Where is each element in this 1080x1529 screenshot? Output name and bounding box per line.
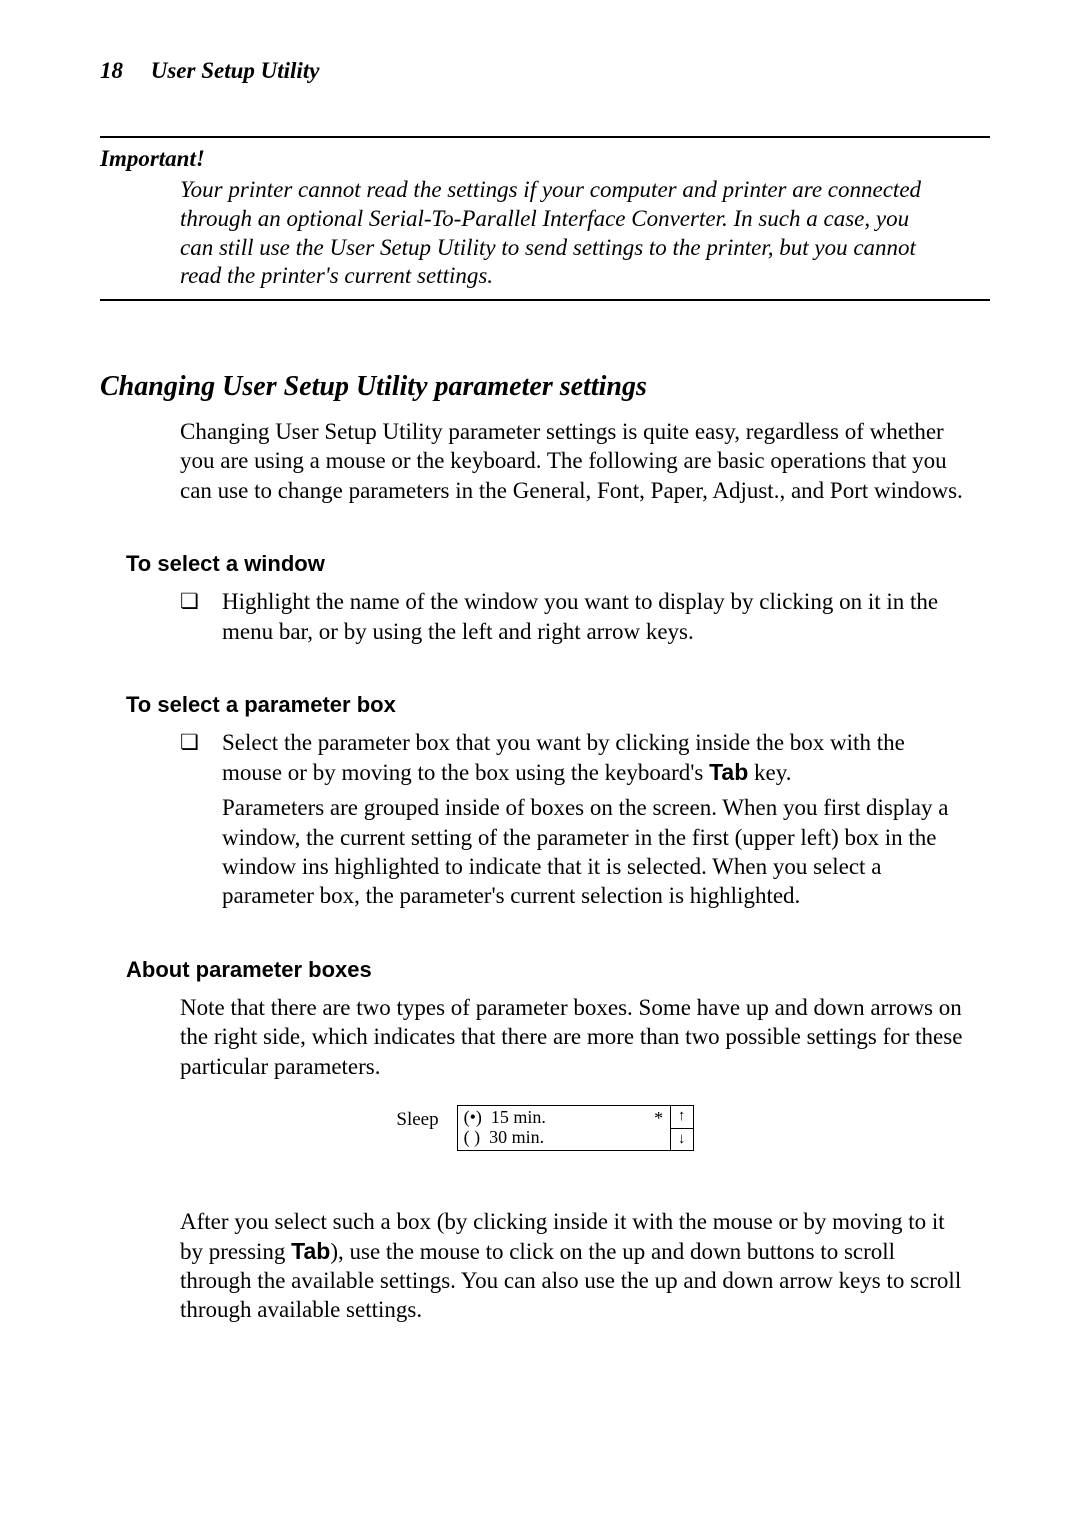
parameter-option-1[interactable]: (•) 15 min.: [464, 1108, 642, 1128]
important-label: Important!: [100, 146, 990, 172]
important-text: Your printer cannot read the settings if…: [180, 176, 990, 291]
select-window-list: Highlight the name of the window you wan…: [180, 587, 970, 646]
important-block: Important! Your printer cannot read the …: [100, 146, 990, 291]
parameter-box[interactable]: (•) 15 min. ( ) 30 min. * ↑ ↓: [457, 1105, 694, 1151]
radio-unselected-icon: ( ): [464, 1127, 481, 1147]
section-title: Changing User Setup Utility parameter se…: [100, 371, 990, 403]
parameter-arrows: ↑ ↓: [670, 1106, 693, 1150]
subhead-select-window: To select a window: [126, 551, 990, 577]
list-item: Select the parameter box that you want b…: [180, 728, 970, 911]
subhead-select-parameter: To select a parameter box: [126, 692, 990, 718]
text: Parameters are grouped inside of boxes o…: [222, 795, 948, 908]
parameter-figure: Sleep (•) 15 min. ( ) 30 min. * ↑ ↓: [100, 1105, 990, 1151]
divider: [100, 136, 990, 138]
page-number: 18: [100, 58, 123, 83]
radio-selected-icon: (•): [464, 1107, 482, 1127]
option-text: 15 min.: [491, 1107, 546, 1127]
option-text: 30 min.: [489, 1127, 544, 1147]
text: key.: [748, 760, 791, 785]
section-intro: Changing User Setup Utility parameter se…: [180, 417, 970, 505]
page-title: User Setup Utility: [151, 58, 320, 83]
parameter-options[interactable]: (•) 15 min. ( ) 30 min.: [458, 1106, 648, 1150]
tab-key: Tab: [709, 759, 748, 785]
page: 18 User Setup Utility Important! Your pr…: [0, 0, 1080, 1529]
parameter-option-2[interactable]: ( ) 30 min.: [464, 1128, 642, 1148]
arrow-up-icon: ↑: [678, 1109, 686, 1124]
arrow-up-button[interactable]: ↑: [671, 1106, 693, 1129]
list-item: Highlight the name of the window you wan…: [180, 587, 970, 646]
subhead-about-parameter-boxes: About parameter boxes: [126, 957, 990, 983]
tab-key: Tab: [291, 1238, 330, 1264]
select-parameter-list: Select the parameter box that you want b…: [180, 728, 970, 911]
asterisk-marker: *: [648, 1106, 670, 1150]
running-head: 18 User Setup Utility: [100, 58, 990, 84]
text: Select the parameter box that you want b…: [222, 730, 905, 784]
divider: [100, 299, 990, 301]
arrow-down-button[interactable]: ↓: [671, 1129, 693, 1151]
parameter-label: Sleep: [396, 1105, 438, 1131]
about-boxes-para1: Note that there are two types of paramet…: [180, 993, 970, 1081]
about-boxes-para2: After you select such a box (by clicking…: [180, 1207, 970, 1325]
arrow-down-icon: ↓: [678, 1132, 686, 1147]
